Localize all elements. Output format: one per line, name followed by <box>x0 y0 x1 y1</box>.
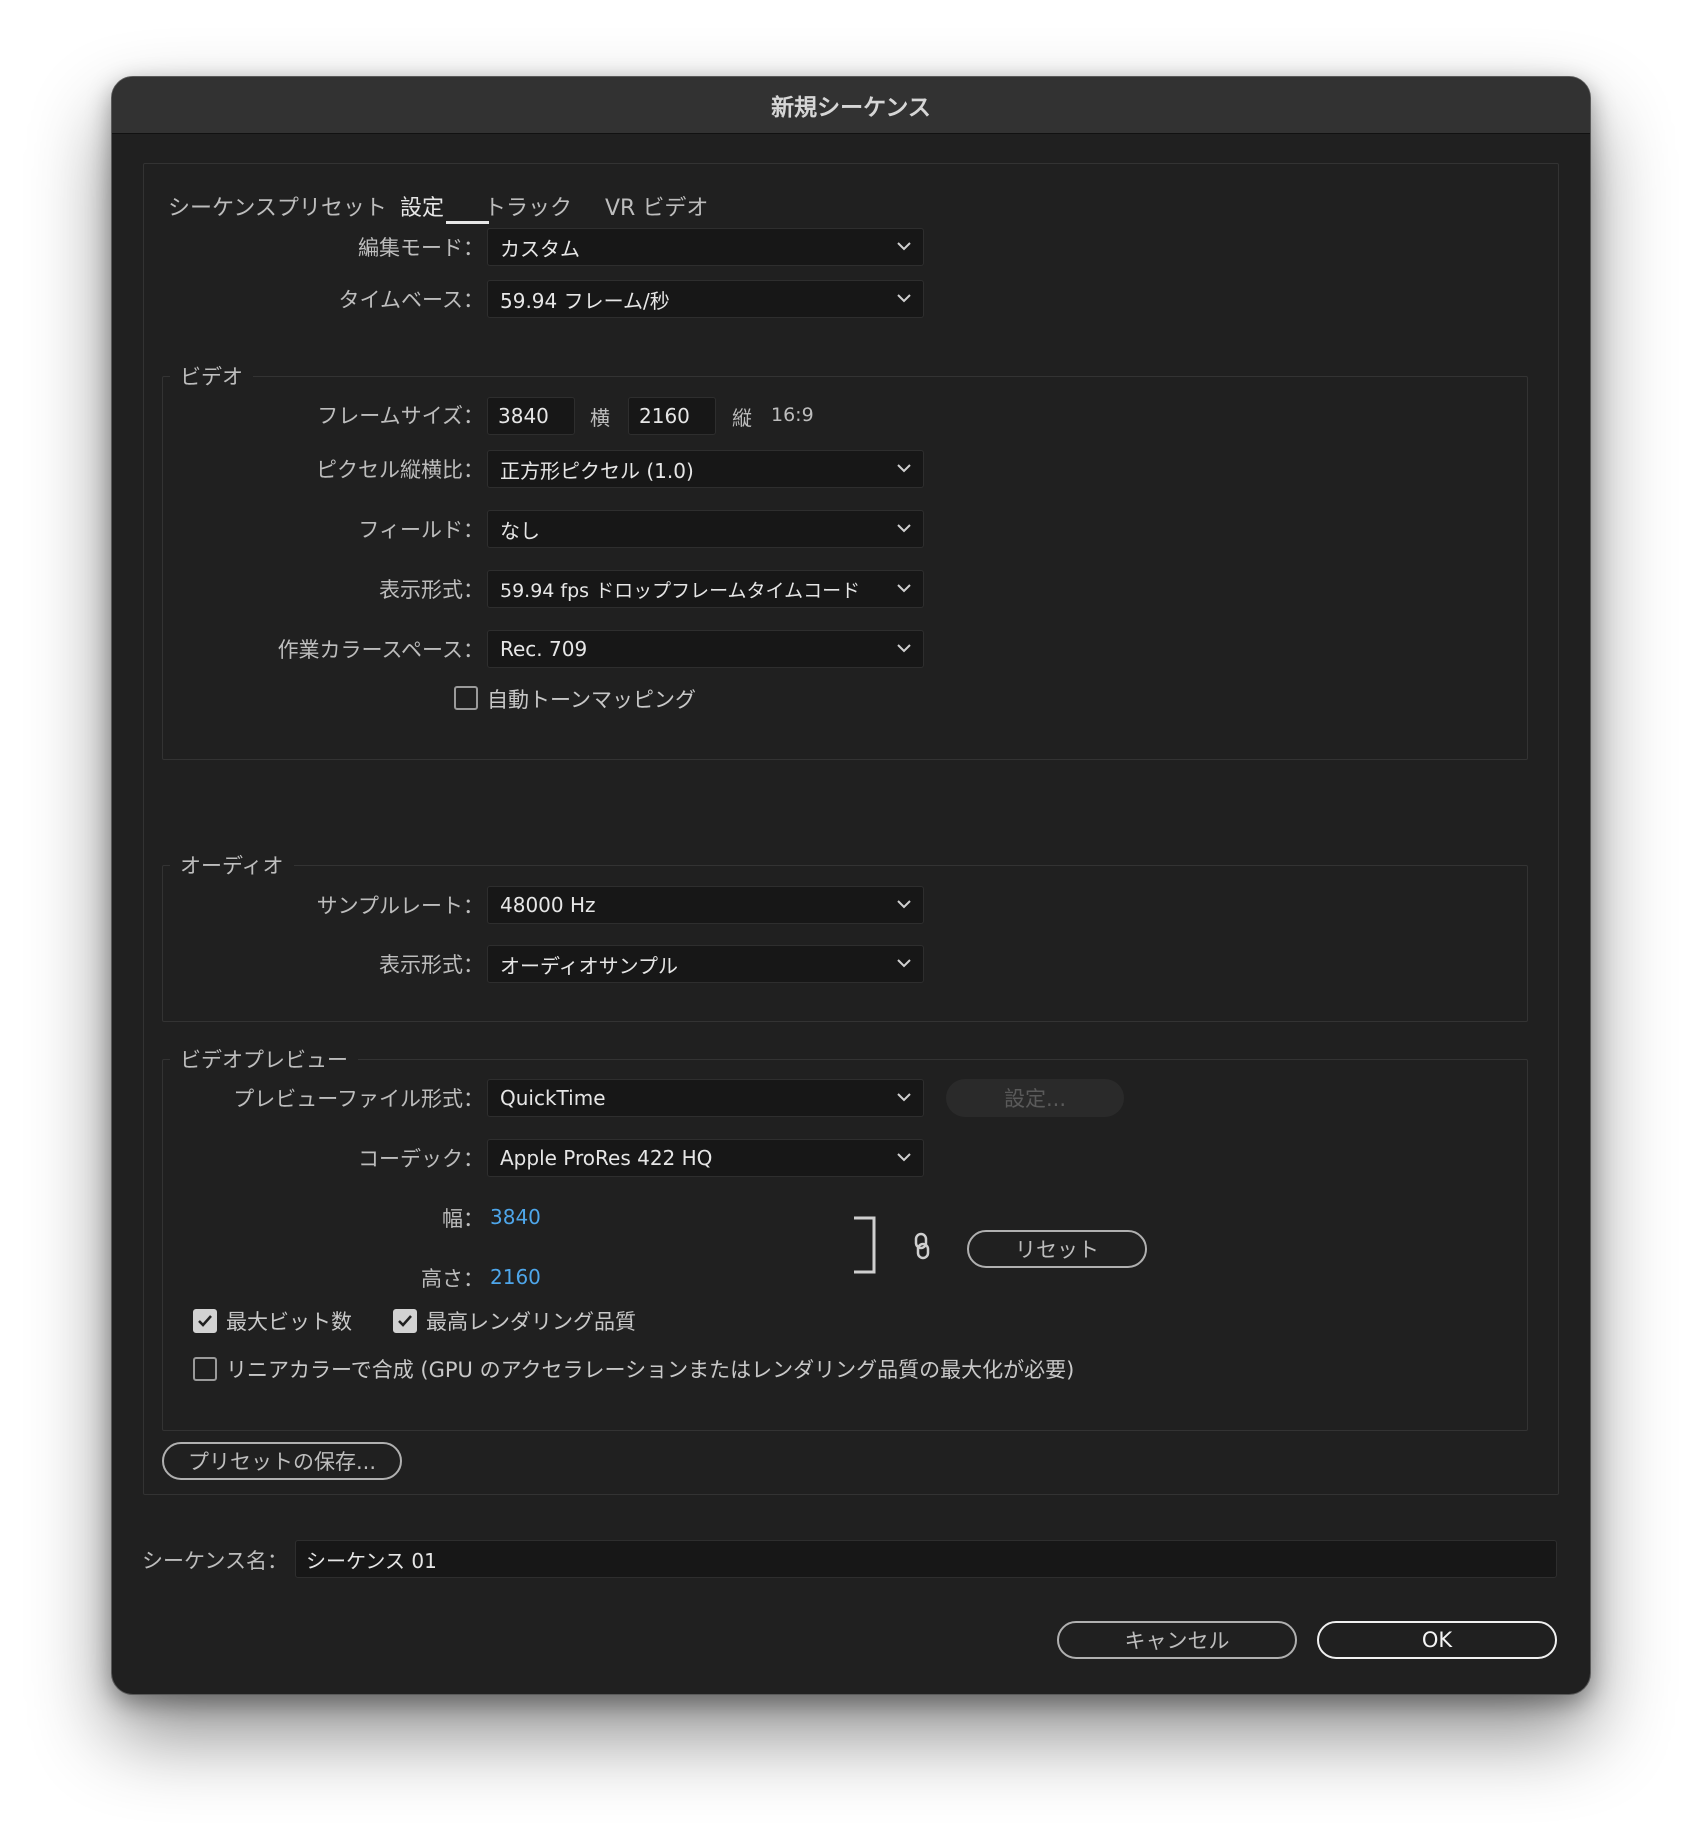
chevron-down-icon <box>897 242 911 251</box>
preview-settings-button[interactable]: 設定... <box>946 1079 1124 1117</box>
tab-tracks[interactable]: トラック <box>484 190 572 222</box>
max-render-quality-checkbox[interactable] <box>393 1309 417 1333</box>
chevron-down-icon <box>897 584 911 593</box>
video-display-format-label: 表示形式： <box>379 578 484 602</box>
chevron-down-icon <box>897 1153 911 1162</box>
new-sequence-dialog: 新規シーケンス シーケンスプリセット 設定 トラック VR ビデオ 編集モード：… <box>111 76 1591 1695</box>
codec-label: コーデック： <box>358 1147 484 1171</box>
dialog-title: 新規シーケンス <box>112 77 1590 134</box>
linear-color-label[interactable]: リニアカラーで合成 (GPU のアクセラレーションまたはレンダリング品質の最大化… <box>226 1354 1074 1384</box>
settings-panel: シーケンスプリセット 設定 トラック VR ビデオ 編集モード： カスタム タイ… <box>143 163 1559 1495</box>
checkmark-icon <box>398 1315 412 1327</box>
codec-value: Apple ProRes 422 HQ <box>500 1146 713 1170</box>
chevron-down-icon <box>897 644 911 653</box>
timebase-value: 59.94 フレーム/秒 <box>500 288 670 313</box>
timebase-label: タイムベース： <box>338 288 484 312</box>
edit-mode-dropdown[interactable]: カスタム <box>487 228 924 266</box>
chevron-down-icon <box>897 1093 911 1102</box>
max-bit-depth-label[interactable]: 最大ビット数 <box>226 1306 352 1336</box>
chevron-down-icon <box>897 464 911 473</box>
frame-width-unit: 横 <box>590 406 610 430</box>
audio-group-title: オーディオ <box>170 850 294 880</box>
pixel-aspect-label: ピクセル縦横比： <box>316 458 484 482</box>
audio-display-format-value: オーディオサンプル <box>500 953 678 978</box>
timebase-dropdown[interactable]: 59.94 フレーム/秒 <box>487 280 924 318</box>
auto-tone-mapping-checkbox[interactable] <box>454 686 478 710</box>
max-bit-depth-checkbox[interactable] <box>193 1309 217 1333</box>
color-space-label: 作業カラースペース： <box>277 638 484 662</box>
color-space-value: Rec. 709 <box>500 637 588 661</box>
chevron-down-icon <box>897 900 911 909</box>
sample-rate-value: 48000 Hz <box>500 893 596 917</box>
linear-color-checkbox[interactable] <box>193 1357 217 1381</box>
video-group-title: ビデオ <box>170 361 253 391</box>
edit-mode-value: カスタム <box>500 236 580 261</box>
codec-dropdown[interactable]: Apple ProRes 422 HQ <box>487 1139 924 1177</box>
color-space-dropdown[interactable]: Rec. 709 <box>487 630 924 668</box>
chevron-down-icon <box>897 959 911 968</box>
fields-value: なし <box>500 518 540 543</box>
chain-link-icon[interactable] <box>912 1232 932 1262</box>
sequence-name-input[interactable]: シーケンス 01 <box>295 1540 1557 1578</box>
checkmark-icon <box>198 1315 212 1327</box>
preview-width-label: 幅： <box>442 1207 484 1231</box>
preview-file-format-value: QuickTime <box>500 1086 606 1110</box>
ok-button[interactable]: OK <box>1317 1621 1557 1659</box>
video-display-format-dropdown[interactable]: 59.94 fps ドロップフレームタイムコード <box>487 570 924 608</box>
tab-vr-video[interactable]: VR ビデオ <box>605 190 708 222</box>
tab-sequence-presets[interactable]: シーケンスプリセット <box>168 190 387 222</box>
fields-dropdown[interactable]: なし <box>487 510 924 548</box>
preview-width-value[interactable]: 3840 <box>490 1205 541 1229</box>
video-group <box>162 376 1528 760</box>
frame-height-unit: 縦 <box>732 406 752 430</box>
max-render-quality-label[interactable]: 最高レンダリング品質 <box>426 1306 636 1336</box>
sequence-name-label: シーケンス名： <box>142 1549 288 1573</box>
pixel-aspect-value: 正方形ピクセル (1.0) <box>500 458 694 483</box>
tab-settings[interactable]: 設定 <box>400 190 444 222</box>
sample-rate-label: サンプルレート： <box>316 894 484 918</box>
preview-height-label: 高さ： <box>421 1267 484 1291</box>
video-display-format-value: 59.94 fps ドロップフレームタイムコード <box>500 579 861 602</box>
frame-height-input[interactable]: 2160 <box>628 397 716 435</box>
active-tab-indicator <box>446 221 489 224</box>
chevron-down-icon <box>897 294 911 303</box>
pixel-aspect-dropdown[interactable]: 正方形ピクセル (1.0) <box>487 450 924 488</box>
preview-height-value[interactable]: 2160 <box>490 1265 541 1289</box>
preview-file-format-label: プレビューファイル形式： <box>233 1087 484 1111</box>
fields-label: フィールド： <box>358 518 484 542</box>
frame-width-input[interactable]: 3840 <box>487 397 575 435</box>
link-bracket-icon <box>854 1216 876 1274</box>
frame-size-label: フレームサイズ： <box>317 404 484 428</box>
auto-tone-mapping-label[interactable]: 自動トーンマッピング <box>487 684 696 714</box>
sample-rate-dropdown[interactable]: 48000 Hz <box>487 886 924 924</box>
cancel-button[interactable]: キャンセル <box>1057 1621 1297 1659</box>
save-preset-button[interactable]: プリセットの保存... <box>162 1442 402 1480</box>
reset-button[interactable]: リセット <box>967 1230 1147 1268</box>
preview-file-format-dropdown[interactable]: QuickTime <box>487 1079 924 1117</box>
video-preview-group-title: ビデオプレビュー <box>170 1044 358 1074</box>
frame-aspect-ratio: 16:9 <box>771 404 814 426</box>
edit-mode-label: 編集モード： <box>358 236 484 260</box>
audio-display-format-dropdown[interactable]: オーディオサンプル <box>487 945 924 983</box>
chevron-down-icon <box>897 524 911 533</box>
audio-display-format-label: 表示形式： <box>379 953 484 977</box>
